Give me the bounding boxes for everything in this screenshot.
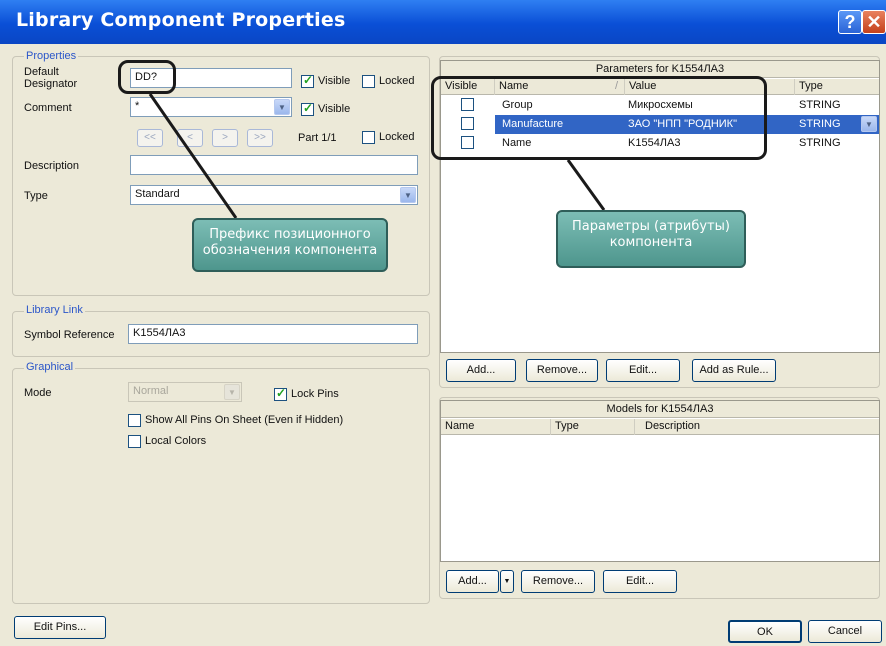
callout-pointers <box>148 93 606 219</box>
prefix-callout: Префикс позиционного обозначения компоне… <box>192 218 388 272</box>
parameters-callout: Параметры (атрибуты) компонента <box>556 210 746 268</box>
